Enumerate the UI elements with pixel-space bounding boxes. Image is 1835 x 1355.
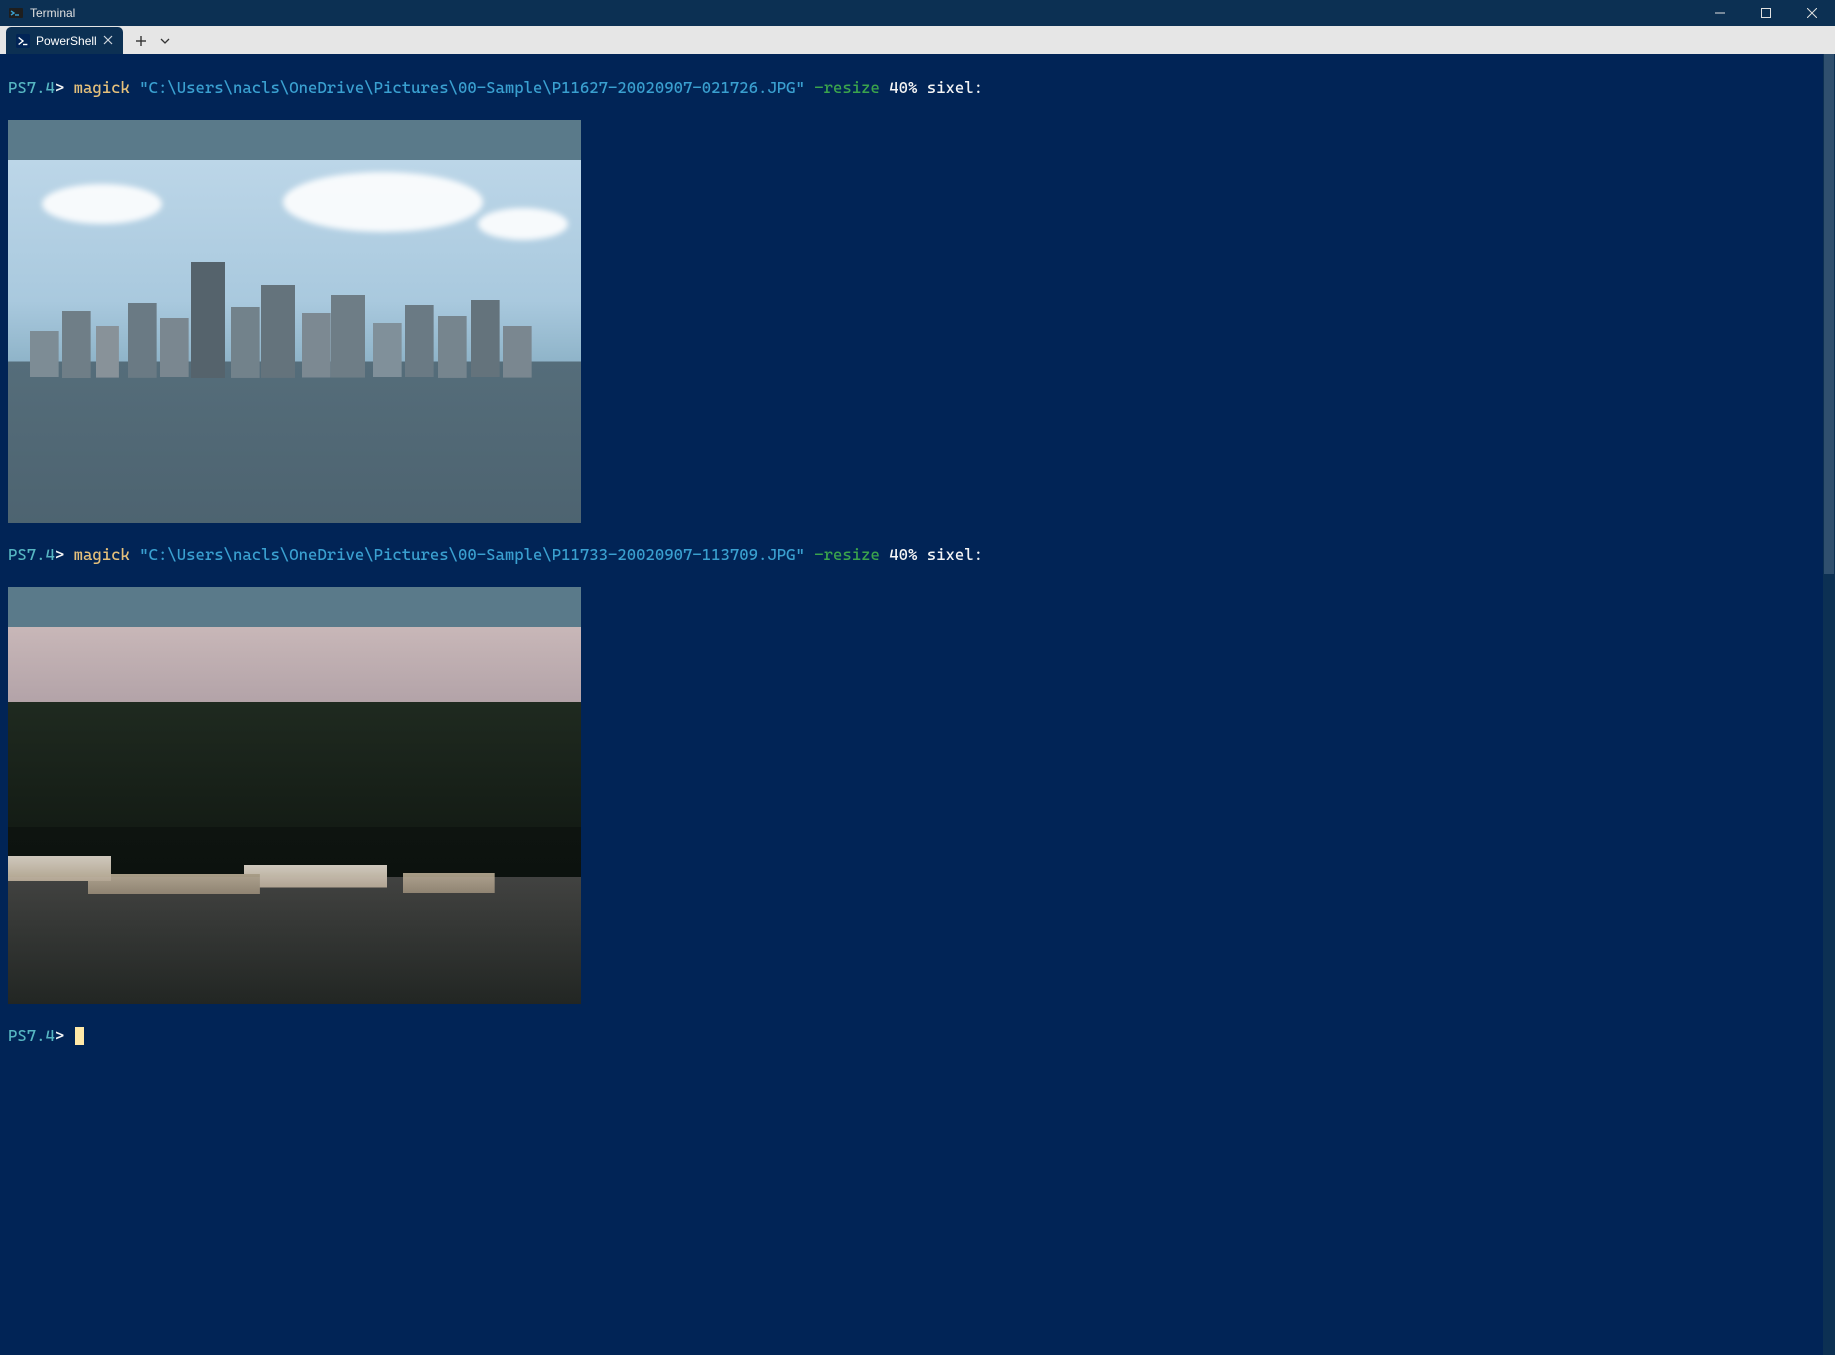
prompt-suffix: >	[55, 1026, 64, 1045]
app-icon	[8, 5, 24, 21]
tab-powershell[interactable]: PowerShell	[6, 27, 123, 54]
percent-arg: 40%	[889, 545, 917, 564]
tab-dropdown-button[interactable]	[155, 28, 175, 54]
scrollbar[interactable]	[1823, 54, 1835, 1355]
powershell-icon	[16, 34, 30, 48]
prompt-line: PS7.4>	[8, 1026, 1835, 1046]
minimize-button[interactable]	[1697, 0, 1743, 26]
titlebar: Terminal	[0, 0, 1835, 26]
file-path: C:\Users\nacls\OneDrive\Pictures\00-Samp…	[149, 545, 796, 564]
window-controls	[1697, 0, 1835, 26]
prompt-suffix: >	[55, 545, 64, 564]
scrollbar-thumb[interactable]	[1824, 54, 1834, 574]
prompt-suffix: >	[55, 78, 64, 97]
terminal-viewport[interactable]: PS7.4> magick "C:\Users\nacls\OneDrive\P…	[0, 54, 1835, 1355]
terminal-content[interactable]: PS7.4> magick "C:\Users\nacls\OneDrive\P…	[0, 54, 1835, 1086]
sixel-image-output	[8, 120, 581, 523]
command-name: magick	[74, 78, 130, 97]
new-tab-button[interactable]	[127, 28, 155, 54]
tab-close-button[interactable]	[103, 34, 113, 48]
maximize-button[interactable]	[1743, 0, 1789, 26]
flag: -resize	[814, 545, 880, 564]
output-format: sixel:	[927, 545, 983, 564]
file-path: C:\Users\nacls\OneDrive\Pictures\00-Samp…	[149, 78, 796, 97]
output-format: sixel:	[927, 78, 983, 97]
percent-arg: 40%	[889, 78, 917, 97]
command-name: magick	[74, 545, 130, 564]
path-close-quote: "	[796, 78, 805, 97]
flag: -resize	[814, 78, 880, 97]
prompt-label: PS7.4	[8, 78, 55, 97]
command-line: PS7.4> magick "C:\Users\nacls\OneDrive\P…	[8, 78, 1835, 98]
prompt-label: PS7.4	[8, 1026, 55, 1045]
cursor	[75, 1027, 84, 1045]
sixel-image-output	[8, 587, 581, 1004]
window-title: Terminal	[30, 6, 75, 20]
path-open-quote: "	[139, 78, 148, 97]
command-line: PS7.4> magick "C:\Users\nacls\OneDrive\P…	[8, 545, 1835, 565]
tabbar: PowerShell	[0, 26, 1835, 54]
path-open-quote: "	[139, 545, 148, 564]
prompt-label: PS7.4	[8, 545, 55, 564]
path-close-quote: "	[796, 545, 805, 564]
tab-label: PowerShell	[36, 34, 97, 48]
close-button[interactable]	[1789, 0, 1835, 26]
